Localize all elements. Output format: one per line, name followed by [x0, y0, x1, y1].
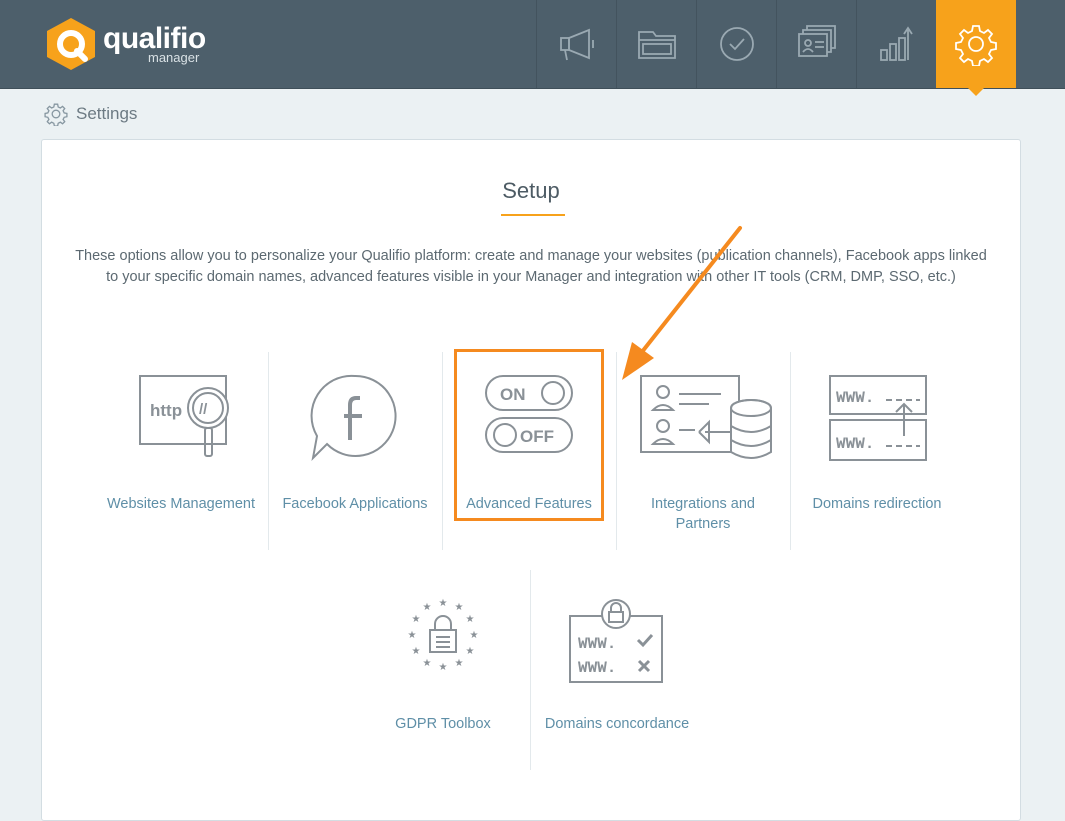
svg-text:★: ★: [466, 646, 475, 657]
setup-card: Setup These options allow you to persona…: [41, 139, 1021, 821]
logo-subtitle: manager: [148, 50, 200, 65]
svg-text:★: ★: [412, 646, 421, 657]
tile-label: Facebook Applications: [282, 496, 428, 512]
tile-websites-management[interactable]: http // Websites Management: [94, 370, 268, 514]
tile-label: GDPR Toolbox: [395, 716, 491, 732]
nav-validation[interactable]: [696, 0, 776, 88]
nav-settings[interactable]: [936, 0, 1016, 96]
tile-gdpr-toolbox[interactable]: ★ ★ ★ ★ ★ ★ ★ ★ ★ ★ ★ ★ GDPR Toolbox: [356, 590, 530, 734]
folder-icon: [637, 31, 676, 59]
tile-label: Domains redirection: [812, 496, 942, 512]
top-navigation-bar: qualifio manager: [0, 0, 1065, 96]
svg-text:★: ★: [439, 662, 448, 673]
svg-text:★: ★: [466, 614, 475, 625]
svg-text:WWW.: WWW.: [578, 659, 616, 677]
gear-icon: [44, 103, 68, 126]
nav-folders[interactable]: [616, 0, 696, 88]
svg-text:★: ★: [455, 602, 464, 613]
tile-label: Websites Management: [106, 496, 256, 512]
svg-text:WWW.: WWW.: [836, 435, 874, 453]
svg-text:★: ★: [439, 598, 448, 609]
highlight-box: [454, 349, 604, 521]
breadcrumb-label: Settings: [76, 104, 138, 123]
svg-text:WWW.: WWW.: [836, 389, 874, 407]
tile-facebook-applications[interactable]: Facebook Applications: [268, 370, 442, 514]
title-underline: [501, 214, 565, 216]
tile-domains-concordance[interactable]: WWW. WWW. Domains concordance: [530, 590, 704, 734]
nav-statistics[interactable]: [856, 0, 936, 88]
svg-text://: //: [199, 401, 208, 418]
facebook-bubble-icon: [310, 374, 397, 461]
tile-label: Integrations and Partners: [651, 496, 755, 532]
eu-lock-icon: ★ ★ ★ ★ ★ ★ ★ ★ ★ ★ ★ ★: [408, 598, 479, 673]
annotation-arrow-icon: [622, 226, 742, 380]
svg-text:★: ★: [470, 630, 479, 641]
check-circle-icon: [719, 27, 754, 61]
gear-icon: [955, 25, 997, 66]
svg-text:★: ★: [412, 614, 421, 625]
setup-intro: These options allow you to personalize y…: [75, 248, 987, 285]
page-title: Setup: [502, 178, 560, 203]
tile-domains-redirection[interactable]: WWW. WWW. Domains redirection: [790, 370, 964, 514]
breadcrumb: Settings: [44, 102, 137, 126]
nav-campaigns[interactable]: [536, 0, 616, 88]
www-redirect-icon: WWW. WWW.: [829, 375, 927, 461]
svg-text:★: ★: [423, 602, 432, 613]
nav-contacts[interactable]: [776, 0, 856, 88]
tile-label: Domains concordance: [544, 716, 690, 732]
main-nav: [536, 0, 1016, 96]
bar-chart-icon: [879, 26, 913, 61]
svg-text:★: ★: [455, 658, 464, 669]
svg-text:★: ★: [423, 658, 432, 669]
qualifio-logo[interactable]: qualifio manager: [45, 14, 215, 74]
http-magnifier-icon: http //: [139, 375, 229, 457]
svg-text:http: http: [150, 401, 182, 420]
svg-text:WWW.: WWW.: [578, 635, 616, 653]
contact-cards-icon: [797, 25, 836, 57]
qualifio-logo-icon: [47, 18, 95, 70]
www-concordance-icon: WWW. WWW.: [569, 599, 663, 683]
svg-text:★: ★: [408, 630, 417, 641]
megaphone-icon: [559, 28, 594, 61]
